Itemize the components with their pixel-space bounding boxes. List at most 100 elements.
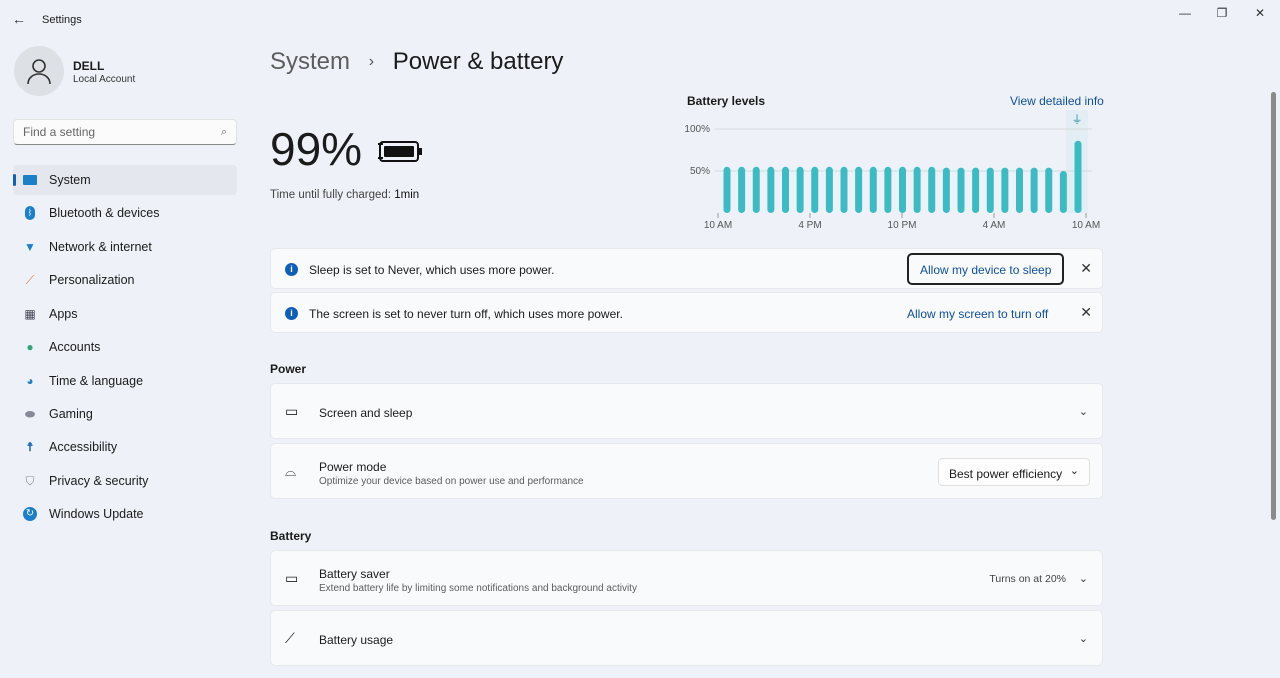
page-title: Power & battery <box>392 48 564 75</box>
sidebar-item-label: Apps <box>49 307 78 321</box>
search-input[interactable]: Find a setting ⌕ <box>13 119 237 145</box>
sidebar-item-label: Time & language <box>49 374 144 388</box>
chart-line-icon: ⟋ <box>285 630 295 646</box>
power-mode-icon: ⌓ <box>285 463 297 479</box>
battery-bar <box>972 167 980 213</box>
battery-icon <box>378 139 424 166</box>
row-title: Battery usage <box>319 633 394 647</box>
battery-bar <box>869 166 877 213</box>
row-title: Screen and sleep <box>319 406 413 420</box>
battery-bar <box>796 166 804 213</box>
user-name: DELL <box>73 59 105 73</box>
x-tick-label: 10 PM <box>888 220 917 231</box>
battery-bar <box>840 166 848 213</box>
battery-bar <box>942 167 950 213</box>
x-tick-label: 4 AM <box>983 220 1006 231</box>
sidebar-item-personalization[interactable]: ⟋ Personalization <box>13 265 237 295</box>
minimize-button[interactable]: — <box>1170 6 1200 20</box>
battery-bar <box>738 166 746 213</box>
breadcrumb-parent[interactable]: System <box>270 48 350 75</box>
sidebar-item-accounts[interactable]: ● Accounts <box>13 332 237 362</box>
screen-sleep-icon: ▭ <box>285 403 299 419</box>
allow-sleep-button[interactable]: Allow my device to sleep <box>907 253 1065 285</box>
power-section-title: Power <box>270 362 307 376</box>
accessibility-icon: ☨ <box>26 440 34 454</box>
charge-time-label: Time until fully charged: <box>270 189 392 201</box>
back-button[interactable]: ← <box>12 11 26 27</box>
battery-bar <box>767 166 775 213</box>
y-tick-label: 100% <box>684 124 710 135</box>
breadcrumb: System › Power & battery <box>270 48 563 76</box>
close-button[interactable]: ✕ <box>1245 6 1275 20</box>
battery-bar <box>899 166 906 213</box>
sidebar-item-privacy[interactable]: ⛉ Privacy & security <box>13 466 237 496</box>
battery-saver-status: Turns on at 20% <box>989 573 1066 585</box>
restore-button[interactable]: ❐ <box>1207 6 1237 20</box>
battery-bar <box>884 166 892 213</box>
sidebar-item-label: Gaming <box>49 407 93 421</box>
globe-clock-icon: ◕ <box>26 374 34 388</box>
charge-time: Time until fully charged: 1min <box>270 189 419 201</box>
update-icon: ↻ <box>23 507 37 521</box>
battery-bar <box>1016 167 1023 213</box>
scrollbar[interactable] <box>1271 92 1276 520</box>
y-tick-label: 50% <box>690 166 710 177</box>
sidebar-item-windows-update[interactable]: ↻ Windows Update <box>13 499 237 529</box>
sidebar-item-gaming[interactable]: ⬬ Gaming <box>13 399 237 429</box>
battery-bar <box>1045 167 1053 213</box>
x-tick-label: 4 PM <box>798 220 821 231</box>
info-icon: i <box>285 307 298 320</box>
account-type: Local Account <box>73 74 136 85</box>
battery-bar <box>811 166 819 213</box>
row-subtitle: Extend battery life by limiting some not… <box>319 583 637 594</box>
breadcrumb-separator: › <box>368 53 375 70</box>
battery-bar <box>1074 140 1082 213</box>
x-tick-label: 10 AM <box>1072 220 1100 231</box>
allow-screen-off-button[interactable]: Allow my screen to turn off <box>907 307 1048 321</box>
screen-sleep-row[interactable]: ▭ Screen and sleep ⌄ <box>270 383 1103 439</box>
power-mode-dropdown[interactable]: Best power efficiency ⌄ <box>938 458 1090 486</box>
search-placeholder: Find a setting <box>23 125 96 139</box>
sidebar-item-network[interactable]: ▼ Network & internet <box>13 232 237 262</box>
battery-bar <box>752 166 760 213</box>
close-icon[interactable]: ✕ <box>1080 260 1092 277</box>
screen-notice: i The screen is set to never turn off, w… <box>270 292 1103 333</box>
battery-bar <box>723 166 731 213</box>
x-tick-label: 10 AM <box>704 220 732 231</box>
sidebar-item-label: Windows Update <box>49 507 144 521</box>
battery-bar <box>957 167 965 213</box>
battery-bar <box>1001 167 1009 213</box>
battery-usage-row[interactable]: ⟋ Battery usage ⌄ <box>270 610 1103 666</box>
gamepad-icon: ⬬ <box>24 407 36 421</box>
battery-percent: 99% <box>270 123 363 175</box>
sidebar-item-bluetooth[interactable]: ᛒ Bluetooth & devices <box>13 198 237 228</box>
chevron-down-icon: ⌄ <box>1069 465 1079 477</box>
sidebar-item-apps[interactable]: ▦ Apps <box>13 299 237 329</box>
bluetooth-icon: ᛒ <box>25 206 35 220</box>
battery-bar <box>855 166 863 213</box>
sidebar-item-system[interactable]: System <box>13 165 237 195</box>
chevron-down-icon[interactable]: ⌄ <box>1079 632 1088 645</box>
dropdown-value: Best power efficiency <box>949 467 1063 481</box>
battery-bar <box>782 166 789 213</box>
person-icon: ● <box>26 340 34 354</box>
sidebar-item-time-language[interactable]: ◕ Time & language <box>13 366 237 396</box>
battery-saver-row[interactable]: ▭ Battery saver Extend battery life by l… <box>270 550 1103 606</box>
row-title: Power mode <box>319 460 387 474</box>
notice-text: The screen is set to never turn off, whi… <box>309 307 623 321</box>
battery-bar <box>913 166 921 213</box>
sidebar-item-label: Privacy & security <box>49 474 149 488</box>
close-icon[interactable]: ✕ <box>1080 304 1092 321</box>
sidebar-item-accessibility[interactable]: ☨ Accessibility <box>13 432 237 462</box>
battery-levels-chart: ⏚ 100% 50% 10 AM 4 PM 10 PM 4 AM 10 AM <box>684 110 1100 231</box>
row-subtitle: Optimize your device based on power use … <box>319 476 584 487</box>
battery-bar <box>928 166 936 213</box>
window-title: Settings <box>42 14 82 26</box>
chevron-down-icon[interactable]: ⌄ <box>1079 572 1088 585</box>
sidebar-item-label: System <box>49 173 91 187</box>
search-icon: ⌕ <box>220 125 227 138</box>
chevron-down-icon[interactable]: ⌄ <box>1079 405 1088 418</box>
sleep-notice: i Sleep is set to Never, which uses more… <box>270 248 1103 289</box>
sidebar-item-label: Bluetooth & devices <box>49 206 160 220</box>
battery-bar <box>1059 171 1067 213</box>
